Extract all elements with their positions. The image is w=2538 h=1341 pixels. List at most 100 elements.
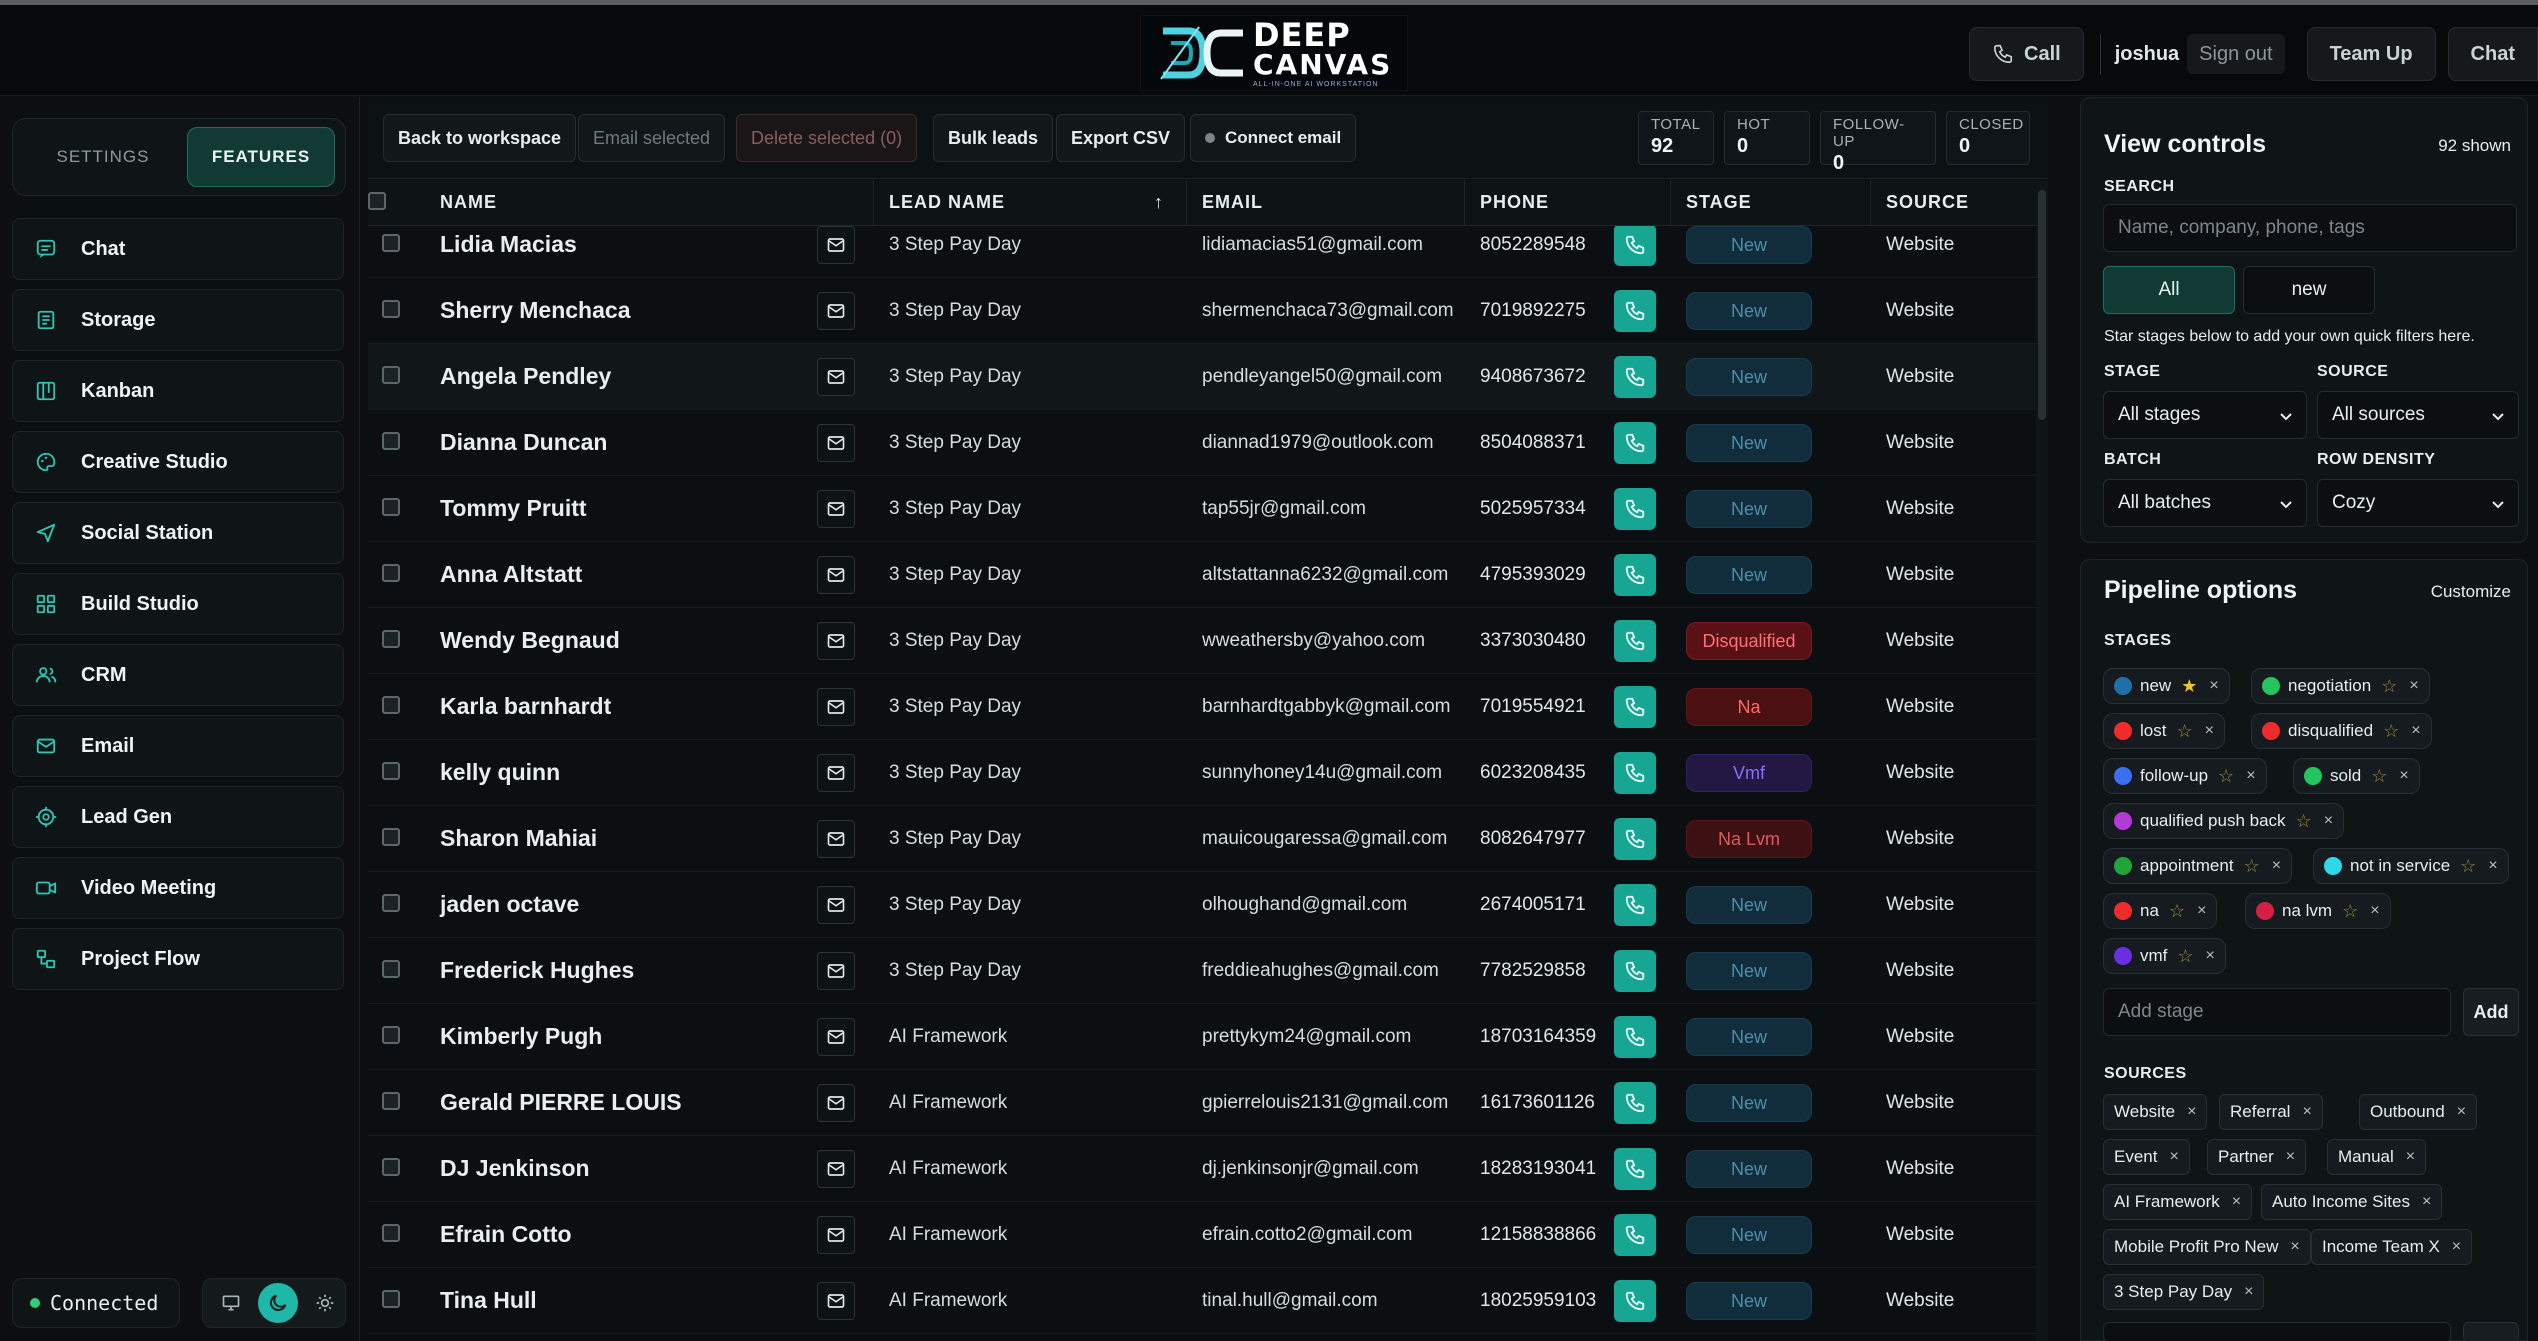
call-lead-button[interactable] [1614, 884, 1656, 926]
quick-filter-new[interactable]: new [2243, 266, 2375, 314]
remove-source-icon[interactable]: × [2244, 1283, 2253, 1301]
email-selected-button[interactable]: Email selected [578, 114, 726, 162]
stage-badge[interactable]: Na Lvm [1686, 820, 1812, 858]
stage-chip[interactable]: na ☆ × [2103, 893, 2218, 929]
table-row[interactable]: DJ Jenkinson AI Framework dj.jenkinsonjr@g… [368, 1136, 2036, 1202]
call-lead-button[interactable] [1614, 1082, 1656, 1124]
remove-stage-icon[interactable]: × [2205, 722, 2214, 740]
table-row[interactable]: Gerald PIERRE LOUIS AI Framework gpierrelo… [368, 1070, 2036, 1136]
sidebar-item-email[interactable]: Email [12, 715, 344, 777]
lead-email[interactable]: dj.jenkinsonjr@gmail.com [1202, 1158, 1419, 1180]
table-row[interactable]: Lidia Macias 3 Step Pay Day lidiamacias51@… [368, 226, 2036, 278]
source-chip[interactable]: AI Framework × [2103, 1184, 2253, 1220]
source-chip[interactable]: Income Team X × [2311, 1229, 2473, 1265]
star-icon[interactable]: ☆ [2169, 901, 2185, 922]
star-icon[interactable]: ☆ [2371, 766, 2387, 787]
stage-badge[interactable]: New [1686, 886, 1812, 924]
stage-badge[interactable]: New [1686, 226, 1812, 264]
delete-selected-button[interactable]: Delete selected (0) [736, 114, 918, 162]
column-header-lead-name[interactable]: LEAD NAME [889, 192, 1005, 213]
lead-name[interactable]: DJ Jenkinson [440, 1155, 590, 1182]
call-lead-button[interactable] [1614, 950, 1656, 992]
row-checkbox[interactable] [382, 1026, 400, 1044]
star-icon[interactable]: ☆ [2244, 856, 2260, 877]
stage-badge[interactable]: New [1686, 1282, 1812, 1320]
stage-badge[interactable]: New [1686, 292, 1812, 330]
lead-email[interactable]: mauicougaressa@gmail.com [1202, 828, 1447, 850]
email-lead-button[interactable] [817, 688, 855, 726]
source-chip[interactable]: Manual × [2327, 1139, 2427, 1175]
lead-name[interactable]: Frederick Hughes [440, 957, 634, 984]
row-checkbox[interactable] [382, 366, 400, 384]
remove-source-icon[interactable]: × [2232, 1193, 2241, 1211]
table-row[interactable]: Sharon Mahiai 3 Step Pay Day mauicougaress… [368, 806, 2036, 872]
stage-badge[interactable]: New [1686, 424, 1812, 462]
row-checkbox[interactable] [382, 696, 400, 714]
call-lead-button[interactable] [1614, 422, 1656, 464]
stage-badge[interactable]: New [1686, 952, 1812, 990]
column-header-name[interactable]: NAME [440, 192, 497, 213]
source-chip[interactable]: Partner × [2207, 1139, 2307, 1175]
table-row[interactable]: Dianna Duncan 3 Step Pay Day diannad1979@o… [368, 410, 2036, 476]
stage-chip[interactable]: new ★ × [2103, 668, 2230, 704]
star-icon[interactable]: ☆ [2460, 856, 2476, 877]
table-row[interactable]: Sherry Menchaca 3 Step Pay Day shermenchac… [368, 278, 2036, 344]
email-lead-button[interactable] [817, 1282, 855, 1320]
remove-source-icon[interactable]: × [2286, 1148, 2295, 1166]
row-checkbox[interactable] [382, 960, 400, 978]
call-lead-button[interactable] [1614, 620, 1656, 662]
stage-badge[interactable]: Vmf [1686, 754, 1812, 792]
remove-source-icon[interactable]: × [2187, 1103, 2196, 1121]
sun-icon[interactable] [306, 1283, 345, 1323]
lead-email[interactable]: efrain.cotto2@gmail.com [1202, 1224, 1412, 1246]
stage-chip[interactable]: lost ☆ × [2103, 713, 2225, 749]
lead-name[interactable]: Kimberly Pugh [440, 1023, 602, 1050]
source-chip[interactable]: Event × [2103, 1139, 2190, 1175]
row-checkbox[interactable] [382, 1092, 400, 1110]
email-lead-button[interactable] [817, 1018, 855, 1056]
lead-name[interactable]: kelly quinn [440, 759, 560, 786]
row-density-select[interactable]: Cozy [2317, 479, 2519, 527]
sidebar-item-video-meeting[interactable]: Video Meeting [12, 857, 344, 919]
stage-chip[interactable]: appointment ☆ × [2103, 848, 2293, 884]
call-lead-button[interactable] [1614, 1148, 1656, 1190]
row-checkbox[interactable] [382, 630, 400, 648]
stage-badge[interactable]: New [1686, 556, 1812, 594]
stage-chip[interactable]: negotiation ☆ × [2251, 668, 2430, 704]
add-source-button[interactable] [2463, 1322, 2519, 1341]
row-checkbox[interactable] [382, 1290, 400, 1308]
call-button[interactable]: Call [1969, 27, 2084, 81]
lead-name[interactable]: Dianna Duncan [440, 429, 607, 456]
email-lead-button[interactable] [817, 1084, 855, 1122]
stage-badge[interactable]: New [1686, 358, 1812, 396]
email-lead-button[interactable] [817, 952, 855, 990]
row-checkbox[interactable] [382, 498, 400, 516]
lead-email[interactable]: lidiamacias51@gmail.com [1202, 234, 1423, 256]
lead-name[interactable]: Karla barnhardt [440, 693, 611, 720]
call-lead-button[interactable] [1614, 226, 1656, 266]
stage-badge[interactable]: Disqualified [1686, 622, 1812, 660]
table-scrollbar[interactable] [2036, 180, 2048, 1341]
lead-email[interactable]: altstattanna6232@gmail.com [1202, 564, 1448, 586]
sidebar-item-project-flow[interactable]: Project Flow [12, 928, 344, 990]
star-icon[interactable]: ☆ [2296, 811, 2312, 832]
column-header-source[interactable]: SOURCE [1886, 192, 1969, 213]
source-chip[interactable]: Website × [2103, 1094, 2208, 1130]
lead-name[interactable]: Angela Pendley [440, 363, 611, 390]
batch-filter-select[interactable]: All batches [2103, 479, 2307, 527]
sidebar-item-kanban[interactable]: Kanban [12, 360, 344, 422]
stage-chip[interactable]: follow-up ☆ × [2103, 758, 2267, 794]
remove-stage-icon[interactable]: × [2370, 902, 2379, 920]
tab-features[interactable]: FEATURES [187, 127, 335, 187]
search-input[interactable]: Name, company, phone, tags [2103, 204, 2517, 252]
lead-name[interactable]: Wendy Begnaud [440, 627, 620, 654]
star-icon[interactable]: ☆ [2176, 721, 2192, 742]
stage-badge[interactable]: New [1686, 1018, 1812, 1056]
stage-badge[interactable]: New [1686, 1084, 1812, 1122]
stage-chip[interactable]: qualified push back ☆ × [2103, 803, 2345, 839]
star-icon[interactable]: ☆ [2381, 676, 2397, 697]
remove-stage-icon[interactable]: × [2206, 947, 2215, 965]
remove-source-icon[interactable]: × [2422, 1193, 2431, 1211]
remove-source-icon[interactable]: × [2406, 1148, 2415, 1166]
table-row[interactable]: Efrain Cotto AI Framework efrain.cotto2@gm… [368, 1202, 2036, 1268]
